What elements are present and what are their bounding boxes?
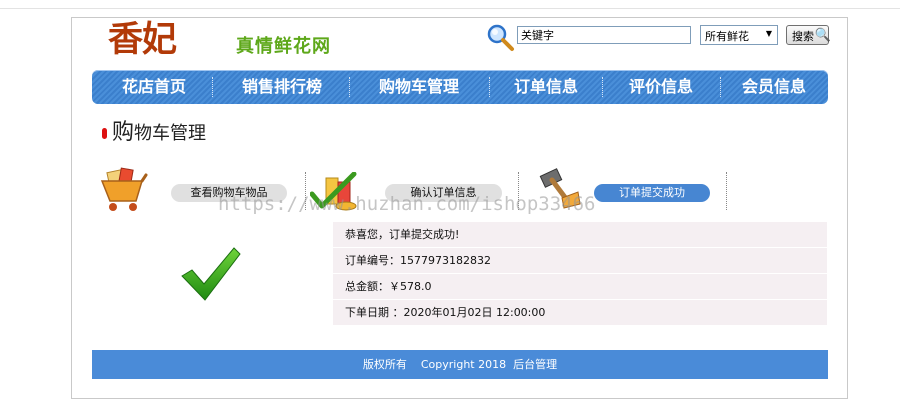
nav-separator	[212, 77, 213, 97]
title-bullet-icon	[102, 128, 107, 139]
nav-item-home[interactable]: 花店首页	[106, 70, 202, 104]
nav-item-cart[interactable]: 购物车管理	[360, 70, 478, 104]
order-total-row: 总金额：￥578.0	[333, 274, 827, 300]
search-button[interactable]: 搜索 🔍	[786, 25, 831, 45]
search-input[interactable]: 关键字	[517, 26, 691, 44]
nav-item-orders[interactable]: 订单信息	[498, 70, 594, 104]
search-button-label: 搜索	[792, 30, 814, 43]
page-title-first-char: 购	[112, 120, 135, 145]
shopping-cart-icon	[100, 167, 148, 211]
nav-separator	[489, 77, 490, 97]
nav-item-reviews[interactable]: 评价信息	[610, 70, 712, 104]
category-select[interactable]: 所有鲜花 ▼	[700, 25, 778, 45]
admin-link[interactable]: 后台管理	[513, 358, 557, 371]
watermark-text: https://www.huzhan.com/ishop33466	[218, 193, 596, 215]
order-number-value: 1577973182832	[400, 254, 491, 267]
page-title-rest: 物车管理	[134, 123, 207, 144]
footer: 版权所有 Copyright 2018 后台管理	[92, 350, 828, 379]
nav-separator	[349, 77, 350, 97]
success-checkmark-icon	[181, 247, 241, 301]
logo-text[interactable]: 香妃	[108, 20, 177, 60]
order-total-value: ￥578.0	[389, 280, 432, 293]
footer-copyright: Copyright 2018	[420, 358, 507, 371]
nav-separator	[602, 77, 603, 97]
page-title: 购物车管理	[112, 120, 206, 147]
logo-subtitle: 真情鲜花网	[236, 36, 331, 57]
success-message: 恭喜您，订单提交成功!	[345, 228, 460, 241]
order-date-row: 下单日期 ：2020年01月02日 12:00:00	[333, 300, 827, 326]
nav-separator	[720, 77, 721, 97]
magnifier-icon	[487, 24, 514, 51]
step-order-submitted: 订单提交成功	[594, 184, 710, 202]
search-input-value: 关键字	[521, 29, 554, 42]
order-number-row: 订单编号：1577973182832	[333, 248, 827, 274]
success-message-row: 恭喜您，订单提交成功!	[333, 222, 827, 248]
order-total-label: 总金额：	[345, 280, 389, 293]
nav-item-ranking[interactable]: 销售排行榜	[224, 70, 340, 104]
main-nav: 花店首页 销售排行榜 购物车管理 订单信息 评价信息 会员信息	[92, 70, 828, 104]
nav-item-members[interactable]: 会员信息	[728, 70, 820, 104]
dropdown-arrow-icon: ▼	[765, 29, 772, 38]
order-number-label: 订单编号：	[345, 254, 400, 267]
search-button-icon: 🔍	[814, 28, 831, 43]
footer-rights: 版权所有	[362, 358, 407, 371]
top-divider	[0, 8, 900, 9]
category-select-value: 所有鲜花	[705, 30, 749, 43]
step-separator	[726, 172, 727, 210]
order-info-panel: 恭喜您，订单提交成功! 订单编号：1577973182832 总金额：￥578.…	[333, 222, 827, 329]
order-date-value: 2020年01月02日 12:00:00	[403, 306, 546, 319]
order-date-label: 下单日期 ：	[345, 306, 404, 319]
